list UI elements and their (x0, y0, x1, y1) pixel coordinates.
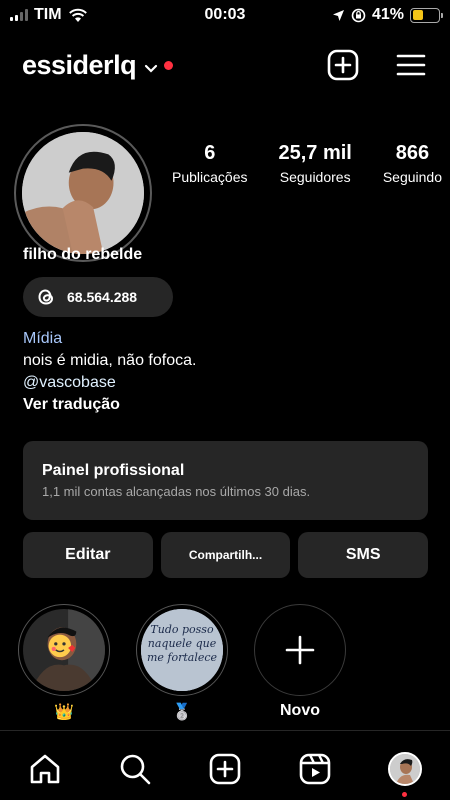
highlight-label: 👑 (54, 704, 74, 721)
highlight-cover: Tudo posso naquele que me fortalece (141, 609, 223, 691)
followers-label: Seguidores (279, 169, 351, 185)
hamburger-menu-icon (396, 54, 426, 76)
following-stat[interactable]: 866 Seguindo (383, 142, 442, 186)
threads-icon (38, 289, 54, 305)
create-icon (209, 753, 241, 785)
reels-icon (299, 753, 331, 785)
chevron-down-icon (144, 50, 158, 81)
threads-badge[interactable]: 68.564.288 (23, 277, 173, 317)
profile-photo (22, 132, 144, 254)
professional-dashboard[interactable]: Painel profissional 1,1 mil contas alcan… (23, 441, 428, 520)
battery-percent: 41% (371, 6, 404, 23)
profile-actions: Editar Compartilh... SMS (23, 532, 429, 578)
tab-reels[interactable] (295, 749, 335, 789)
full-name: filho do rebelde (23, 246, 143, 263)
bio-category: Mídia (23, 330, 63, 347)
orientation-lock-icon (351, 8, 366, 22)
location-arrow-icon (332, 9, 344, 21)
followers-count: 25,7 mil (278, 142, 352, 164)
bio-text: nois é midia, não fofoca. (23, 352, 197, 369)
posts-stat[interactable]: 6 Publicações (172, 142, 248, 186)
search-icon (120, 754, 151, 785)
highlight-item[interactable]: 👑 (18, 604, 110, 724)
see-translation-link[interactable]: Ver tradução (23, 394, 196, 416)
threads-count: 68.564.288 (67, 289, 138, 305)
edit-profile-button[interactable]: Editar (23, 532, 153, 578)
share-profile-button[interactable]: Compartilh... (160, 532, 291, 578)
tab-create[interactable] (205, 749, 245, 789)
tab-profile[interactable] (385, 749, 425, 797)
posts-label: Publicações (172, 169, 248, 185)
highlight-item[interactable]: Tudo posso naquele que me fortalece 🥈 (136, 604, 228, 724)
story-highlights: 👑 Tudo posso naquele que me fortalece 🥈 … (18, 604, 346, 724)
profile-header: essiderlq (0, 44, 450, 88)
highlight-label: 🥈 (172, 704, 192, 721)
dashboard-subtitle: 1,1 mil contas alcançadas nos últimos 30… (42, 484, 311, 499)
status-bar: TIM 00:03 41% (0, 0, 450, 32)
highlight-cover (23, 609, 105, 691)
plus-square-icon (327, 49, 359, 81)
following-count: 866 (395, 142, 430, 164)
notification-dot (402, 792, 407, 797)
home-icon (30, 754, 60, 784)
bottom-tab-bar (0, 730, 450, 800)
profile-avatar[interactable] (14, 124, 152, 262)
new-highlight-button[interactable]: Novo (254, 604, 346, 724)
tab-search[interactable] (115, 749, 155, 789)
bio-mention-link[interactable]: @vascobase (23, 372, 196, 394)
notification-dot (164, 61, 174, 70)
highlight-cover-text: Tudo posso naquele que me fortalece (146, 623, 218, 664)
tab-home[interactable] (25, 749, 65, 789)
posts-count: 6 (204, 142, 216, 164)
plus-icon (285, 635, 315, 665)
battery-icon (410, 7, 443, 23)
username: essiderlq (22, 50, 137, 80)
following-label: Seguindo (382, 169, 442, 185)
profile-stats: 6 Publicações 25,7 mil Seguidores 866 Se… (172, 142, 442, 186)
sms-button[interactable]: SMS (298, 532, 429, 578)
menu-button[interactable] (394, 48, 428, 82)
highlight-label: Novo (280, 702, 320, 719)
bio: Mídia nois é midia, não fofoca. @vascoba… (23, 328, 196, 416)
profile-avatar (388, 752, 422, 786)
create-button[interactable] (326, 48, 360, 82)
account-switcher[interactable]: essiderlq (22, 50, 174, 81)
followers-stat[interactable]: 25,7 mil Seguidores (278, 142, 351, 186)
dashboard-title: Painel profissional (42, 462, 185, 479)
